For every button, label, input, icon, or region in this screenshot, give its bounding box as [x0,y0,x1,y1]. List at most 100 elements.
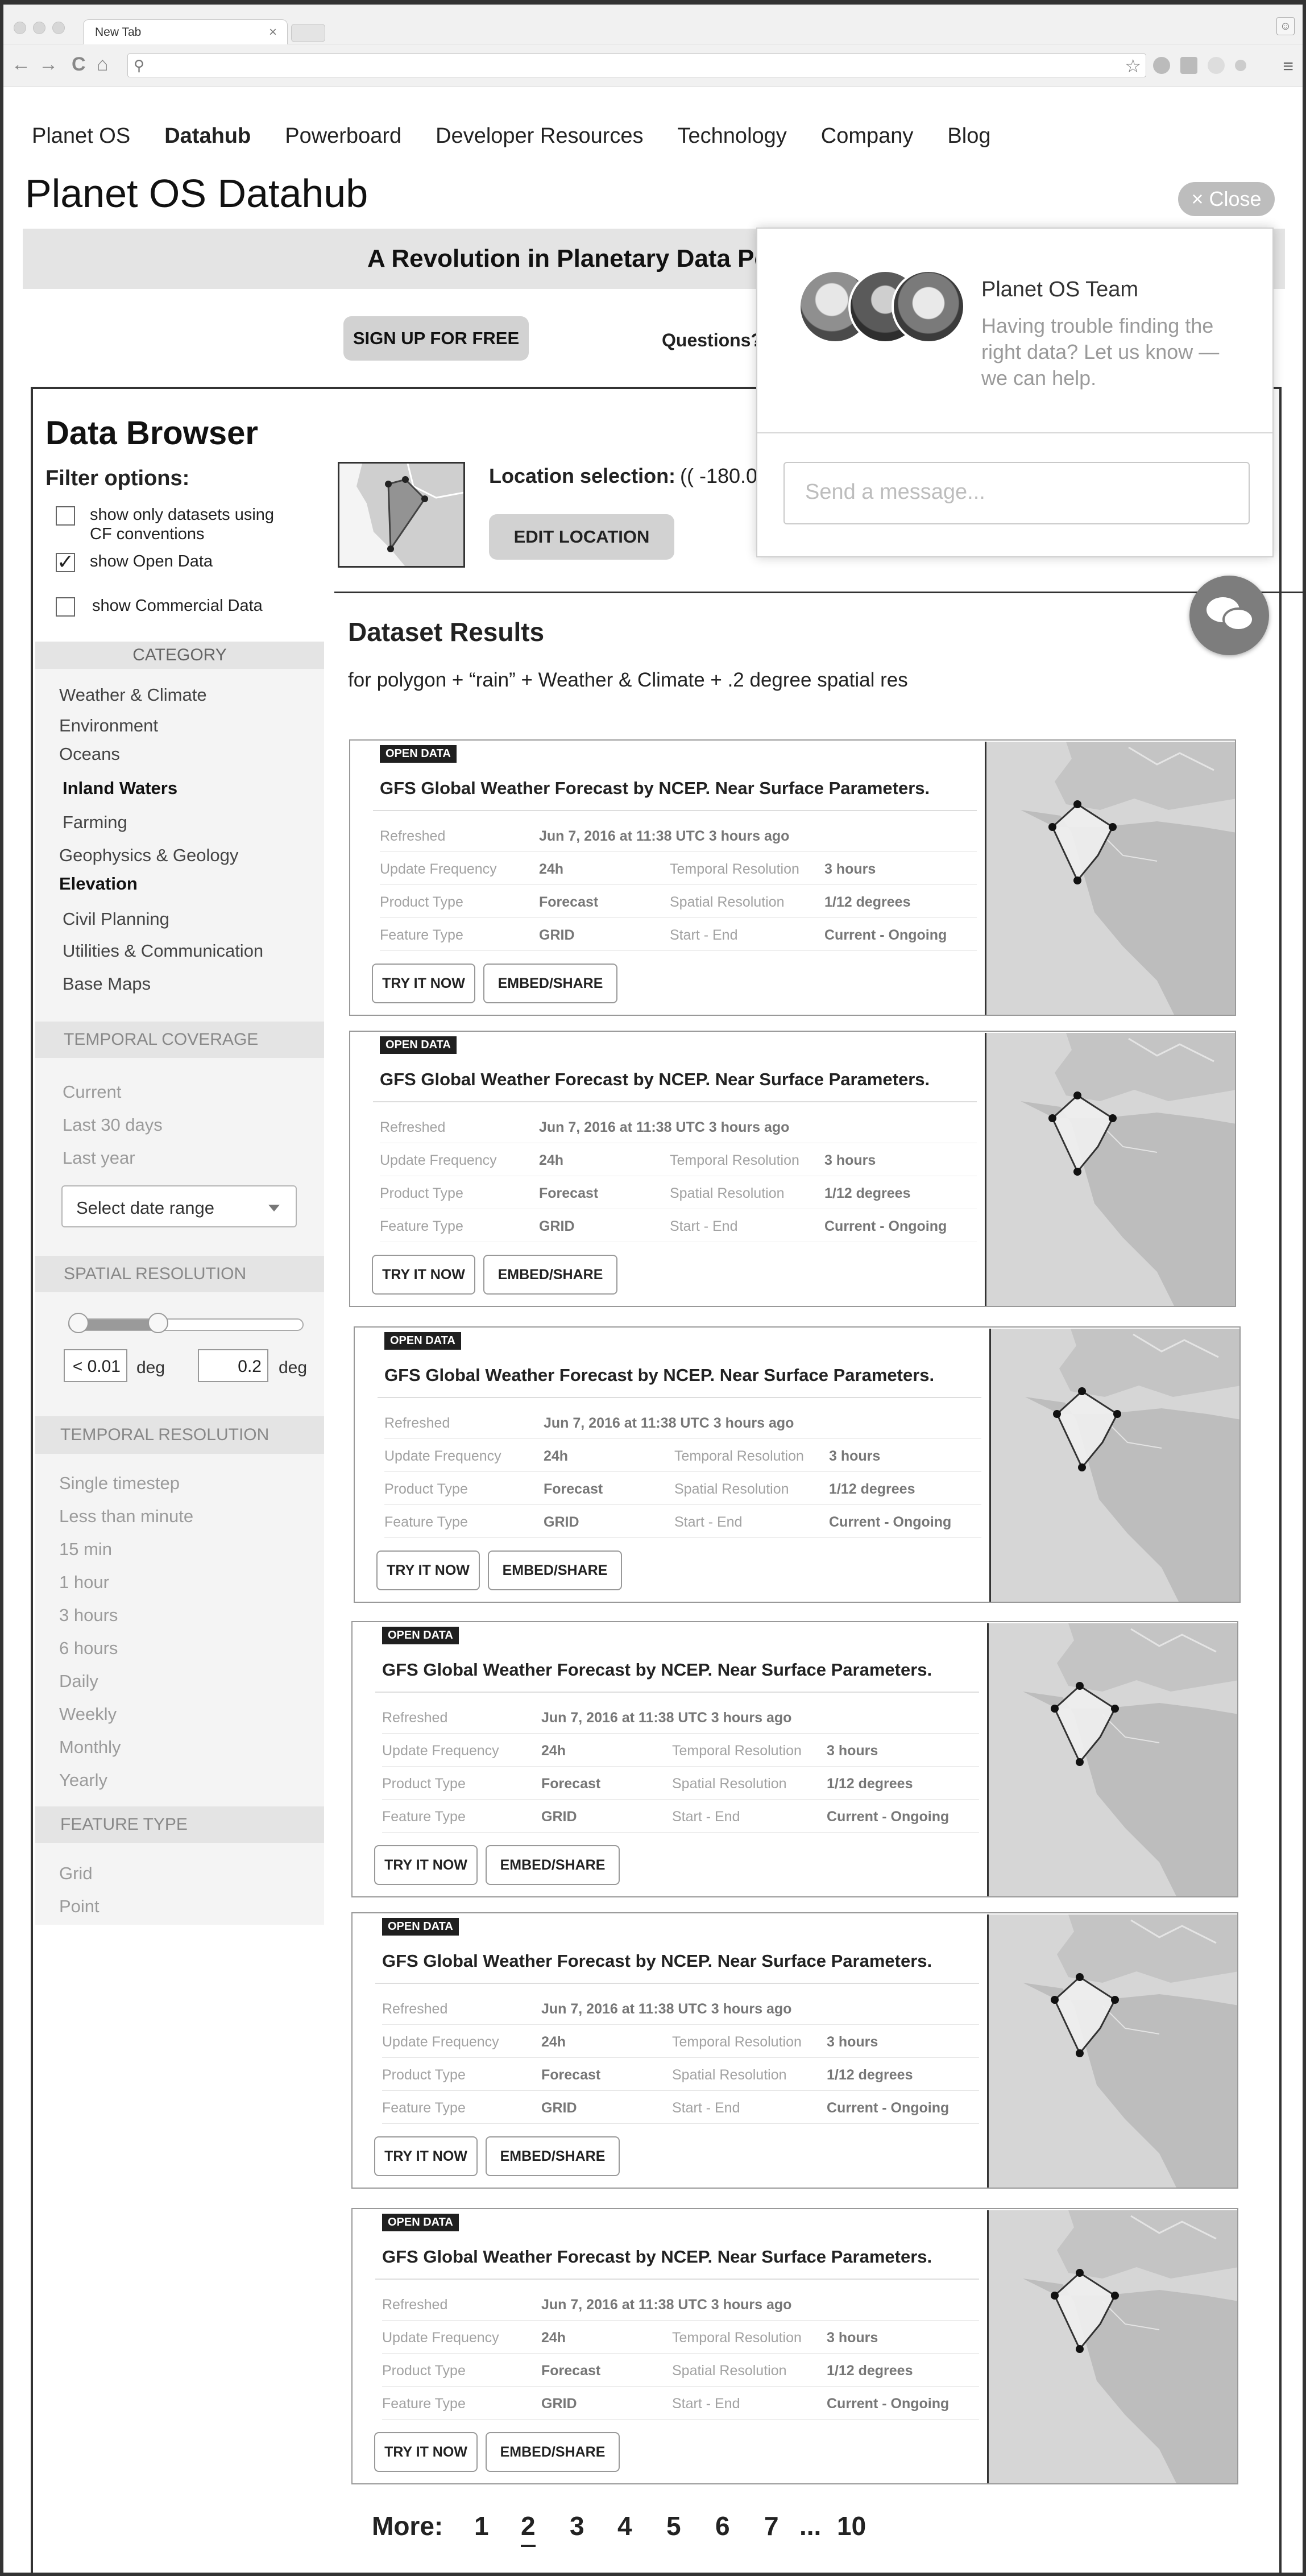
embed-share-button[interactable]: EMBED/SHARE [483,1255,617,1295]
dataset-map-preview[interactable] [985,1033,1235,1306]
tres-single-timestep[interactable]: Single timestep [59,1473,180,1494]
category-civil-planning[interactable]: Civil Planning [63,909,169,929]
location-map-thumbnail[interactable] [338,462,465,568]
window-minimize-dot[interactable] [33,22,45,34]
page-link-3[interactable]: 3 [570,2511,584,2541]
page-link-10[interactable]: 10 [837,2511,866,2541]
spatial-min-input[interactable]: < 0.01 [64,1349,127,1382]
page-link-2-current[interactable]: 2 [521,2511,536,2547]
embed-share-button[interactable]: EMBED/SHARE [483,964,617,1003]
date-range-select[interactable]: Select date range [61,1185,297,1227]
chat-close-button[interactable]: × Close [1178,182,1275,216]
category-elevation[interactable]: Elevation [59,874,138,894]
reload-icon[interactable]: C [72,53,86,76]
feature-grid[interactable]: Grid [59,1863,93,1884]
menu-icon[interactable]: ≡ [1283,56,1293,77]
dataset-card[interactable]: OPEN DATA GFS Global Weather Forecast by … [349,739,1236,1016]
category-oceans[interactable]: Oceans [59,744,120,764]
chat-bubble-icon[interactable] [1189,576,1269,655]
tres-weekly[interactable]: Weekly [59,1704,117,1725]
nav-blog[interactable]: Blog [947,124,990,148]
browser-tab[interactable]: New Tab × [83,19,288,44]
edit-location-button[interactable]: EDIT LOCATION [489,514,674,560]
category-geophysics-geology[interactable]: Geophysics & Geology [59,845,238,866]
try-it-now-button[interactable]: TRY IT NOW [374,2136,478,2176]
tab-close-icon[interactable]: × [269,24,277,40]
page-link-1[interactable]: 1 [474,2511,489,2541]
temporal-last-30-days[interactable]: Last 30 days [63,1115,163,1135]
dataset-title[interactable]: GFS Global Weather Forecast by NCEP. Nea… [382,1951,932,1971]
dataset-map-preview[interactable] [985,742,1235,1015]
dataset-card[interactable]: OPEN DATA GFS Global Weather Forecast by … [349,1031,1236,1307]
tres-monthly[interactable]: Monthly [59,1737,121,1758]
chat-message-input[interactable]: Send a message... [783,462,1250,524]
new-tab-button[interactable] [291,24,325,42]
embed-share-button[interactable]: EMBED/SHARE [488,1550,622,1590]
extension-globe-icon[interactable] [1153,57,1170,74]
embed-share-button[interactable]: EMBED/SHARE [486,2136,620,2176]
try-it-now-button[interactable]: TRY IT NOW [374,2432,478,2472]
page-link-4[interactable]: 4 [617,2511,632,2541]
temporal-current[interactable]: Current [63,1082,121,1102]
try-it-now-button[interactable]: TRY IT NOW [376,1550,480,1590]
try-it-now-button[interactable]: TRY IT NOW [372,1255,475,1295]
checkmark-icon[interactable]: ✓ [56,552,75,572]
filter-cf-conventions[interactable]: show only datasets using CF conventions [56,505,295,544]
nav-datahub[interactable]: Datahub [164,124,251,148]
dataset-card[interactable]: OPEN DATA GFS Global Weather Forecast by … [351,1912,1238,2189]
dataset-map-preview[interactable] [987,2210,1237,2483]
category-inland-waters[interactable]: Inland Waters [63,778,177,799]
dataset-card[interactable]: OPEN DATA GFS Global Weather Forecast by … [354,1326,1241,1603]
try-it-now-button[interactable]: TRY IT NOW [374,1845,478,1885]
extension-square-icon[interactable] [1180,57,1197,74]
nav-company[interactable]: Company [821,124,914,148]
nav-powerboard[interactable]: Powerboard [285,124,401,148]
nav-developer-resources[interactable]: Developer Resources [436,124,643,148]
tres-15-min[interactable]: 15 min [59,1539,112,1560]
tres-less-than-minute[interactable]: Less than minute [59,1506,193,1527]
category-utilities-communication[interactable]: Utilities & Communication [63,941,263,961]
dataset-title[interactable]: GFS Global Weather Forecast by NCEP. Nea… [380,778,930,799]
nav-technology[interactable]: Technology [678,124,787,148]
feature-point[interactable]: Point [59,1896,99,1917]
address-bar[interactable]: ⚲ ☆ [127,53,1146,77]
dataset-title[interactable]: GFS Global Weather Forecast by NCEP. Nea… [382,2247,932,2267]
slider-min-handle[interactable] [68,1313,89,1333]
category-base-maps[interactable]: Base Maps [63,974,151,994]
embed-share-button[interactable]: EMBED/SHARE [486,1845,620,1885]
checkbox-commercial[interactable] [56,597,75,617]
home-icon[interactable]: ⌂ [97,53,109,76]
dataset-card[interactable]: OPEN DATA GFS Global Weather Forecast by … [351,1621,1238,1897]
extension-dot-icon[interactable] [1235,60,1246,71]
dataset-map-preview[interactable] [987,1623,1237,1896]
dataset-map-preview[interactable] [987,1915,1237,2188]
spatial-resolution-slider[interactable] [68,1318,304,1331]
page-link-5[interactable]: 5 [666,2511,681,2541]
forward-icon[interactable]: → [39,53,58,76]
page-link-7[interactable]: 7 [764,2511,779,2541]
dataset-card[interactable]: OPEN DATA GFS Global Weather Forecast by … [351,2208,1238,2484]
checkbox-cf[interactable] [56,506,75,526]
signup-button[interactable]: SIGN UP FOR FREE [343,316,529,361]
temporal-last-year[interactable]: Last year [63,1148,135,1168]
dataset-map-preview[interactable] [989,1329,1239,1602]
category-weather-climate[interactable]: Weather & Climate [59,685,207,705]
window-close-dot[interactable] [14,22,26,34]
dataset-title[interactable]: GFS Global Weather Forecast by NCEP. Nea… [380,1069,930,1090]
window-zoom-dot[interactable] [52,22,65,34]
filter-commercial-data[interactable]: show Commercial Data [56,596,295,617]
filter-open-data[interactable]: ✓ show Open Data [56,552,295,572]
try-it-now-button[interactable]: TRY IT NOW [372,964,475,1003]
tres-yearly[interactable]: Yearly [59,1770,107,1791]
embed-share-button[interactable]: EMBED/SHARE [486,2432,620,2472]
bookmark-star-icon[interactable]: ☆ [1125,55,1141,77]
dataset-title[interactable]: GFS Global Weather Forecast by NCEP. Nea… [382,1660,932,1680]
page-link-6[interactable]: 6 [715,2511,730,2541]
slider-max-handle[interactable] [147,1313,168,1333]
extension-gear-icon[interactable] [1208,57,1225,74]
tres-1-hour[interactable]: 1 hour [59,1572,109,1593]
tres-daily[interactable]: Daily [59,1671,98,1692]
tres-3-hours[interactable]: 3 hours [59,1605,118,1626]
back-icon[interactable]: ← [11,53,31,76]
category-farming[interactable]: Farming [63,812,127,833]
